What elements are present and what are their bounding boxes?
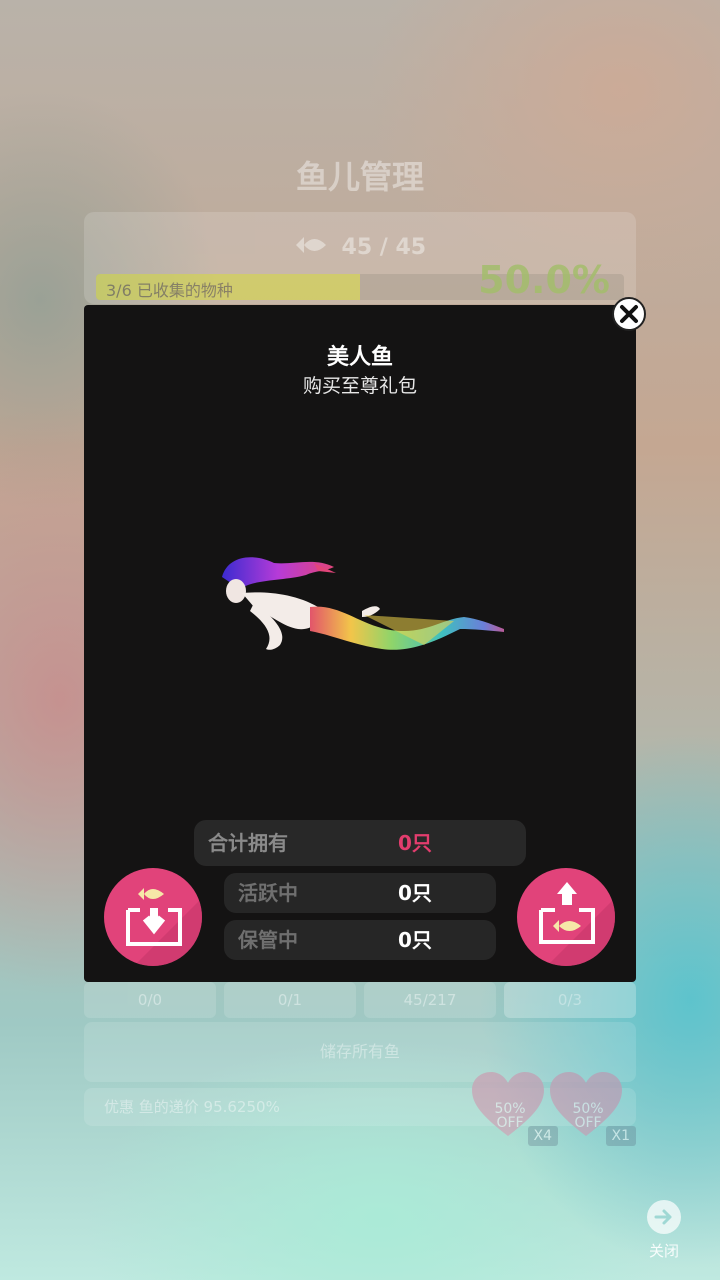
storage-value: 0只 — [398, 928, 432, 952]
active-label: 活跃中 — [238, 881, 298, 905]
collection-percent: 50.0% — [478, 258, 610, 302]
page-title: 鱼儿管理 — [295, 158, 424, 196]
tab-category-3[interactable]: 45/217 — [364, 982, 496, 1018]
store-fish-icon — [126, 888, 182, 946]
category-tabs: 0/0 0/1 45/217 0/3 — [84, 982, 636, 1018]
offer-multiplier: X1 — [605, 1126, 636, 1146]
fish-name: 美人鱼 — [326, 345, 393, 370]
active-value: 0只 — [398, 881, 432, 905]
collection-card: 45 / 45 3/6 已收集的物种 50.0% — [84, 212, 636, 304]
total-owned-label: 合计拥有 — [208, 831, 288, 855]
close-screen-button[interactable]: 关闭 — [644, 1200, 684, 1266]
release-fish-icon — [539, 882, 595, 944]
collection-progress-label: 3/6 已收集的物种 — [106, 281, 233, 300]
release-fish-button[interactable] — [517, 868, 615, 966]
active-row: 活跃中 0只 — [224, 873, 496, 913]
tab-category-2[interactable]: 0/1 — [224, 982, 356, 1018]
total-owned-row: 合计拥有 0只 — [194, 820, 526, 866]
storage-label: 保管中 — [238, 928, 298, 952]
storage-row: 保管中 0只 — [224, 920, 496, 960]
total-owned-value: 0只 — [398, 831, 432, 855]
arrow-right-icon — [647, 1200, 681, 1234]
offer-heart-2[interactable]: 50% OFF X1 — [550, 1072, 636, 1146]
close-screen-label: 关闭 — [648, 1242, 679, 1260]
fish-unlock-hint: 购买至尊礼包 — [302, 375, 417, 397]
fish-icon — [294, 234, 328, 262]
offer-heart-1[interactable]: 50% OFF X4 — [472, 1072, 558, 1146]
tab-category-4[interactable]: 0/3 — [504, 982, 636, 1018]
tab-category-1[interactable]: 0/0 — [84, 982, 216, 1018]
popup-close-button[interactable] — [612, 297, 646, 331]
fish-detail-popup: 美人鱼 购买至尊礼包 合计拥有 0只 活跃中 0只 保管中 0只 — [84, 305, 636, 982]
close-icon — [620, 305, 638, 323]
store-fish-button[interactable] — [104, 868, 202, 966]
mermaid-image — [222, 557, 504, 650]
